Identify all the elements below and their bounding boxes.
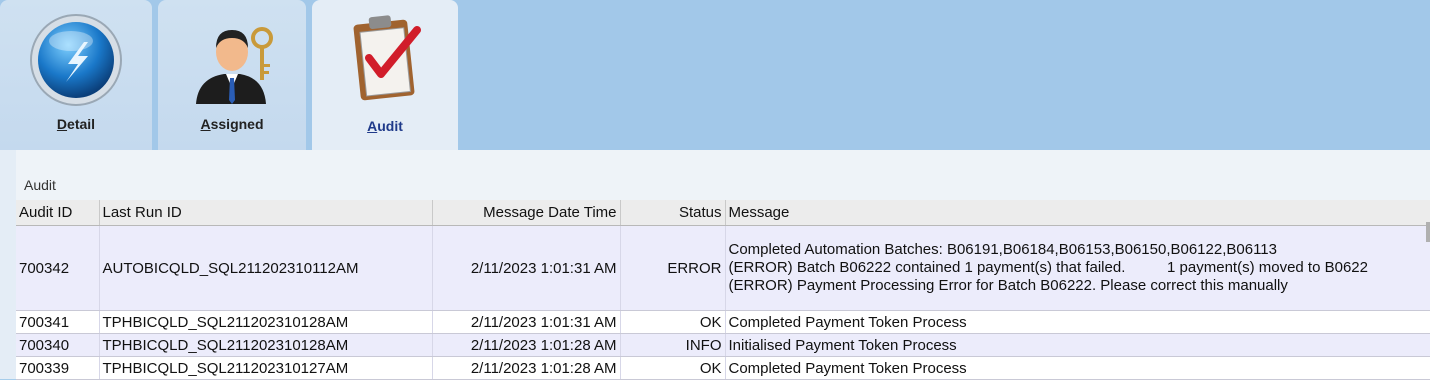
table-row[interactable]: 700342 AUTOBICQLD_SQL211202310112AM 2/11… [16, 225, 1430, 311]
column-header-audit-id[interactable]: Audit ID [16, 200, 100, 226]
cell-message-date-time: 2/11/2023 1:01:31 AM [432, 310, 621, 334]
cell-audit-id: 700339 [16, 356, 100, 380]
cell-message: Completed Automation Batches: B06191,B06… [725, 225, 1430, 311]
column-header-message[interactable]: Message [725, 200, 1430, 226]
tab-assigned[interactable]: Assigned [158, 0, 306, 150]
cell-audit-id: 700341 [16, 310, 100, 334]
message-line: (ERROR) Payment Processing Error for Bat… [728, 277, 1288, 294]
audit-grid: Audit ID Last Run ID Message Date Time S… [16, 200, 1430, 380]
cell-status: OK [620, 310, 726, 334]
column-header-status[interactable]: Status [620, 200, 726, 226]
tab-label: Assigned [200, 116, 264, 132]
section-title: Audit [24, 177, 56, 193]
person-key-icon [196, 27, 273, 104]
cell-message-date-time: 2/11/2023 1:01:31 AM [432, 225, 621, 311]
table-row[interactable]: 700340 TPHBICQLD_SQL211202310128AM 2/11/… [16, 333, 1430, 357]
cell-message: Completed Payment Token Process [725, 310, 1430, 334]
cell-message: Completed Payment Token Process [725, 356, 1430, 380]
message-line: (ERROR) Batch B06222 contained 1 payment… [728, 259, 1369, 276]
cell-status: ERROR [620, 225, 726, 311]
cell-status: INFO [620, 333, 726, 357]
cell-message: Initialised Payment Token Process [725, 333, 1430, 357]
column-header-last-run-id[interactable]: Last Run ID [99, 200, 433, 226]
cell-last-run-id: TPHBICQLD_SQL211202310128AM [99, 310, 433, 334]
vertical-scrollbar[interactable] [1426, 222, 1430, 242]
lightning-orb-icon [30, 14, 122, 106]
cell-audit-id: 700342 [16, 225, 100, 311]
cell-status: OK [620, 356, 726, 380]
message-line: Completed Automation Batches: B06191,B06… [728, 241, 1277, 258]
tab-bar: Detail Assigned Audit [0, 0, 1430, 152]
tab-audit[interactable]: Audit [312, 0, 458, 152]
table-row[interactable]: 700341 TPHBICQLD_SQL211202310128AM 2/11/… [16, 310, 1430, 334]
clipboard-check-icon [353, 15, 421, 101]
cell-last-run-id: TPHBICQLD_SQL211202310128AM [99, 333, 433, 357]
cell-last-run-id: TPHBICQLD_SQL211202310127AM [99, 356, 433, 380]
cell-message-date-time: 2/11/2023 1:01:28 AM [432, 333, 621, 357]
cell-audit-id: 700340 [16, 333, 100, 357]
table-row[interactable]: 700339 TPHBICQLD_SQL211202310127AM 2/11/… [16, 356, 1430, 380]
cell-message-date-time: 2/11/2023 1:01:28 AM [432, 356, 621, 380]
tab-label: Audit [367, 118, 403, 134]
cell-last-run-id: AUTOBICQLD_SQL211202310112AM [99, 225, 433, 311]
tab-label: Detail [56, 116, 96, 132]
tab-detail[interactable]: Detail [0, 0, 152, 150]
column-header-message-date-time[interactable]: Message Date Time [432, 200, 621, 226]
